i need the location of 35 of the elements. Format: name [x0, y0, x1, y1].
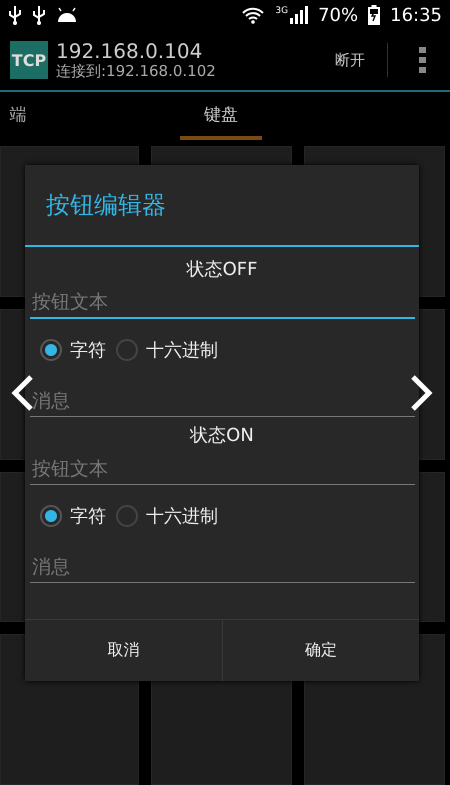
android-icon — [56, 7, 78, 23]
radio-label: 字符 — [70, 339, 106, 362]
network-type: 3G — [275, 6, 288, 16]
dialog-button[interactable]: 确定 — [222, 620, 419, 681]
chevron-right-icon[interactable] — [410, 374, 434, 412]
input-field[interactable]: 按钮文本 — [30, 287, 415, 319]
tab[interactable]: 键盘 — [180, 92, 262, 140]
radio-label: 字符 — [70, 505, 106, 528]
usb-icon — [32, 5, 46, 25]
wifi-icon — [241, 6, 266, 24]
radio-label: 十六进制 — [146, 505, 218, 528]
section-heading: 状态ON — [188, 424, 255, 448]
input-field[interactable]: 按钮文本 — [30, 453, 415, 485]
clock: 16:35 — [390, 4, 442, 26]
radio-button[interactable] — [40, 505, 62, 527]
usb-icon — [8, 5, 22, 25]
signal-icon — [290, 6, 308, 24]
battery-icon — [368, 5, 380, 25]
battery-percent: 70% — [318, 4, 358, 26]
dialog-title: 按钮编辑器 — [25, 165, 419, 247]
host-address: 192.168.0.104 — [56, 40, 204, 62]
chevron-left-icon[interactable] — [10, 374, 34, 412]
input-field[interactable]: 消息 — [30, 385, 415, 417]
input-field[interactable]: 消息 — [30, 551, 415, 583]
section-heading: 状态OFF — [185, 258, 258, 282]
disconnect-button[interactable]: 断开 — [321, 50, 379, 70]
radio-button[interactable] — [116, 505, 138, 527]
protocol-badge: TCP — [10, 41, 48, 79]
radio-label: 十六进制 — [146, 339, 218, 362]
dialog-button[interactable]: 取消 — [25, 620, 222, 681]
connection-subtitle: 连接到:192.168.0.102 — [56, 62, 217, 80]
radio-button[interactable] — [116, 339, 138, 361]
overflow-menu-icon[interactable] — [419, 47, 427, 73]
radio-button[interactable] — [40, 339, 62, 361]
tab[interactable]: 端 — [0, 92, 36, 140]
